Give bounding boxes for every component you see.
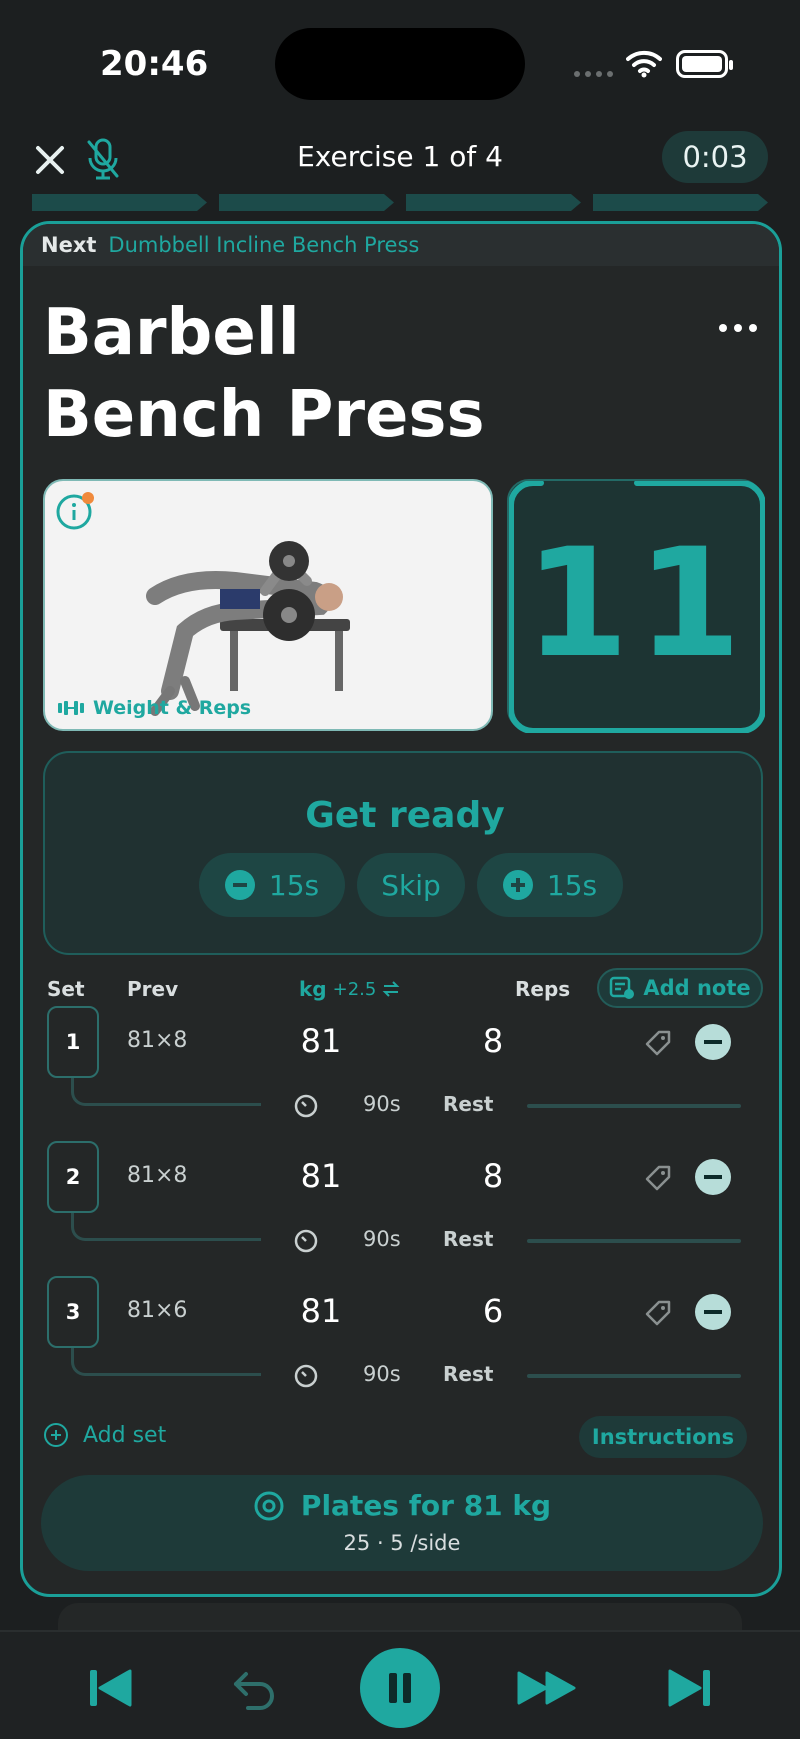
- set-row: 2 81×8 81 8 90s Rest: [23, 1141, 779, 1276]
- timer-icon: [294, 1229, 318, 1253]
- next-exercise-name: Dumbbell Incline Bench Press: [108, 233, 420, 257]
- set-reps[interactable]: 8: [463, 1157, 523, 1195]
- rest-connector: [71, 1348, 261, 1376]
- exercise-title-line1: Barbell: [43, 296, 300, 370]
- rest-duration[interactable]: 90s: [363, 1092, 401, 1116]
- skip-button[interactable]: Skip: [357, 853, 465, 917]
- swap-icon: [382, 981, 400, 997]
- dynamic-island: [275, 28, 525, 100]
- exercise-card: Next Dumbbell Incline Bench Press Barbel…: [20, 221, 782, 1597]
- tag-icon[interactable]: [643, 1028, 673, 1058]
- timer-icon: [294, 1364, 318, 1388]
- set-number[interactable]: 1: [47, 1006, 99, 1078]
- note-icon: [610, 976, 635, 999]
- next-label: Next: [41, 233, 97, 257]
- more-options-icon[interactable]: [719, 324, 757, 332]
- plus-circle-icon: [502, 870, 533, 900]
- rest-bar: [527, 1239, 741, 1243]
- status-time: 20:46: [100, 44, 209, 84]
- set-weight[interactable]: 81: [261, 1022, 381, 1060]
- plus-15s-label: 15s: [546, 868, 598, 902]
- remove-set-button[interactable]: [695, 1294, 731, 1330]
- remove-set-button[interactable]: [695, 1024, 731, 1060]
- set-weight[interactable]: 81: [261, 1157, 381, 1195]
- set-prev[interactable]: 81×6: [127, 1298, 187, 1323]
- rest-connector: [71, 1078, 261, 1106]
- get-ready-title: Get ready: [305, 795, 505, 836]
- add-note-label: Add note: [643, 976, 751, 1000]
- minus-circle-icon: [224, 870, 255, 900]
- exercise-title-line2: Bench Press: [43, 378, 485, 452]
- tag-icon[interactable]: [643, 1163, 673, 1193]
- header-kg-label: kg: [299, 977, 327, 1001]
- tracking-type-text: Weight & Reps: [93, 697, 252, 719]
- progress-segment: [406, 194, 581, 211]
- countdown-number: 11: [524, 517, 750, 691]
- plates-title-text: Plates for 81 kg: [300, 1489, 552, 1522]
- progress-segment: [32, 194, 207, 211]
- bench-press-illustration: [146, 541, 350, 716]
- rest-bar: [527, 1374, 741, 1378]
- exercise-title: Barbell Bench Press: [43, 292, 485, 456]
- plates-title: Plates for 81 kg: [41, 1489, 763, 1522]
- header-reps: Reps: [515, 977, 571, 1001]
- plates-calculator-button[interactable]: Plates for 81 kg 25 · 5 /side: [41, 1475, 763, 1571]
- get-ready-panel: Get ready 15s Skip 15s: [43, 751, 763, 955]
- add-note-button[interactable]: Add note: [597, 968, 763, 1008]
- rest-duration[interactable]: 90s: [363, 1362, 401, 1386]
- set-row: 1 81×8 81 8 90s Rest: [23, 1006, 779, 1141]
- skip-label: Skip: [381, 868, 441, 902]
- next-exercise-bar[interactable]: Next Dumbbell Incline Bench Press: [23, 224, 779, 266]
- exercise-image[interactable]: Weight & Reps: [43, 479, 493, 731]
- wifi-icon: [626, 50, 662, 78]
- rest-label: Rest: [443, 1362, 494, 1386]
- tag-icon[interactable]: [643, 1298, 673, 1328]
- elapsed-timer[interactable]: 0:03: [662, 131, 768, 183]
- fast-forward-icon[interactable]: [516, 1670, 578, 1706]
- set-number[interactable]: 2: [47, 1141, 99, 1213]
- countdown-box: 11: [507, 479, 765, 733]
- set-weight[interactable]: 81: [261, 1292, 381, 1330]
- tracking-type-label: Weight & Reps: [57, 697, 251, 719]
- plus-circle-icon: [44, 1423, 68, 1447]
- set-reps[interactable]: 6: [463, 1292, 523, 1330]
- instructions-button[interactable]: Instructions: [579, 1416, 747, 1458]
- rest-bar: [527, 1104, 741, 1108]
- skip-start-icon[interactable]: [88, 1668, 132, 1708]
- status-bar: 20:46: [0, 0, 800, 130]
- set-reps[interactable]: 8: [463, 1022, 523, 1060]
- set-number[interactable]: 3: [47, 1276, 99, 1348]
- rest-connector: [71, 1213, 261, 1241]
- header-set: Set: [47, 977, 85, 1001]
- plus-15s-button[interactable]: 15s: [477, 853, 623, 917]
- progress-segment: [593, 194, 768, 211]
- rest-label: Rest: [443, 1227, 494, 1251]
- signal-icon: [574, 71, 613, 77]
- battery-icon: [676, 50, 733, 78]
- set-prev[interactable]: 81×8: [127, 1163, 187, 1188]
- add-set-label: Add set: [83, 1422, 167, 1448]
- rest-label: Rest: [443, 1092, 494, 1116]
- progress-segment: [219, 194, 394, 211]
- exercise-progress: [32, 194, 768, 211]
- set-row: 3 81×6 81 6 90s Rest: [23, 1276, 779, 1411]
- pause-button[interactable]: [360, 1648, 440, 1728]
- minus-15s-button[interactable]: 15s: [199, 853, 345, 917]
- rest-duration[interactable]: 90s: [363, 1227, 401, 1251]
- plates-detail: 25 · 5 /side: [343, 1531, 461, 1555]
- undo-icon[interactable]: [232, 1666, 276, 1710]
- header-prev: Prev: [127, 977, 179, 1001]
- remove-set-button[interactable]: [695, 1159, 731, 1195]
- target-icon: [254, 1491, 284, 1520]
- dumbbell-icon: [58, 701, 84, 715]
- minus-15s-label: 15s: [268, 868, 320, 902]
- header-kg-increment: +2.5: [332, 978, 377, 1000]
- timer-icon: [294, 1094, 318, 1118]
- add-set-button[interactable]: Add set: [43, 1422, 166, 1448]
- skip-end-icon[interactable]: [668, 1668, 712, 1708]
- set-prev[interactable]: 81×8: [127, 1028, 187, 1053]
- header-kg[interactable]: kg +2.5: [299, 977, 400, 1001]
